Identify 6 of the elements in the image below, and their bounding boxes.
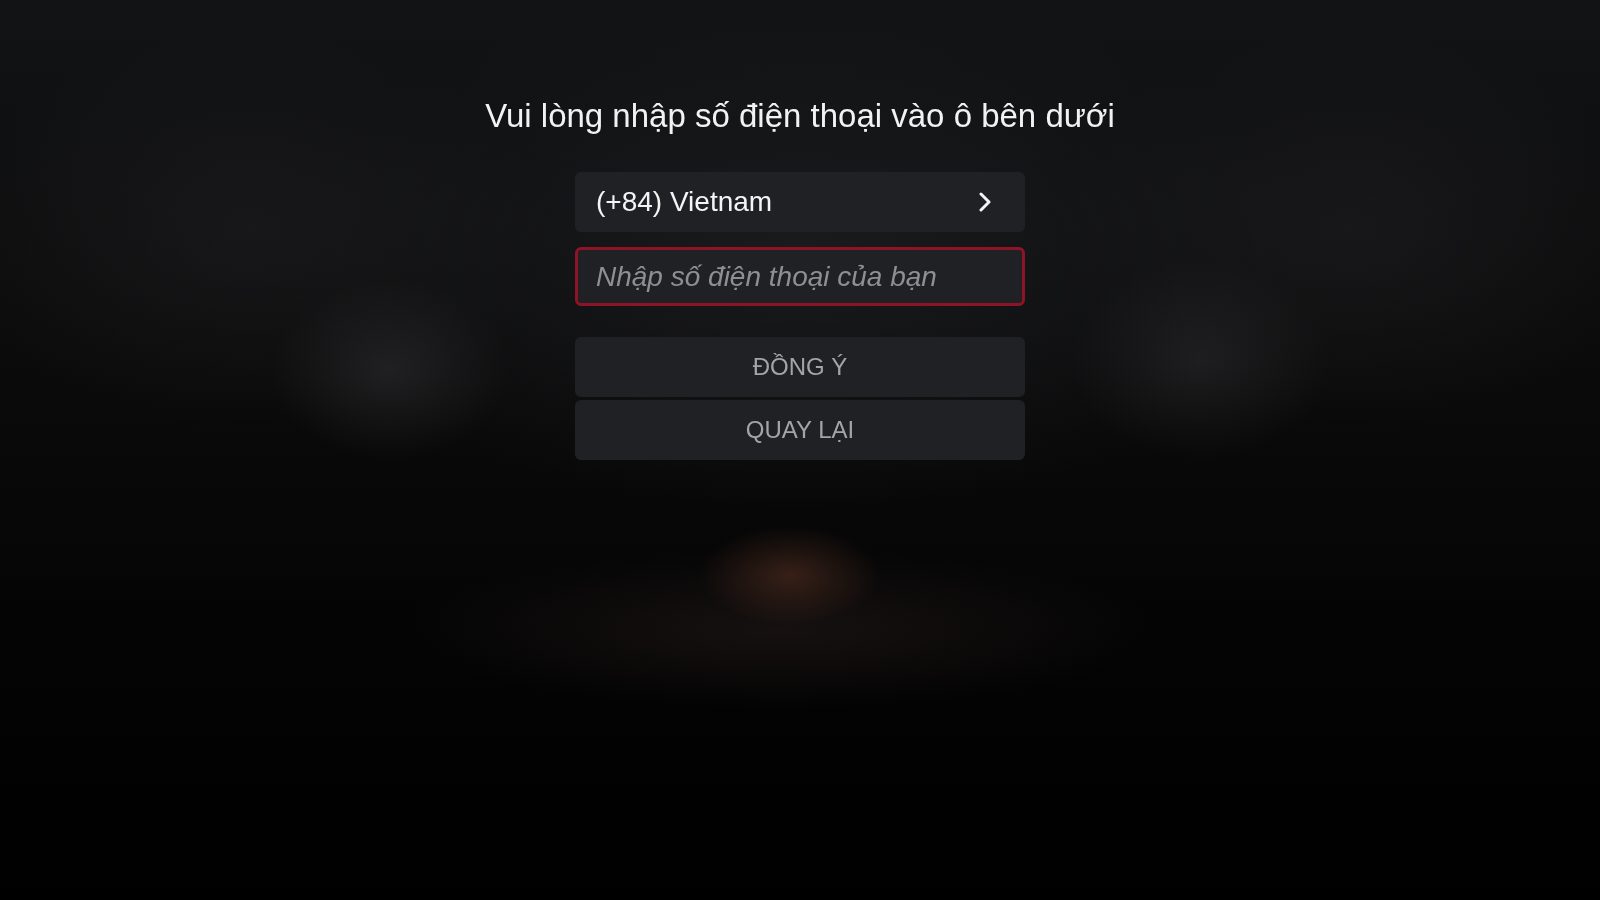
back-button[interactable]: QUAY LẠI: [575, 400, 1025, 460]
confirm-button[interactable]: ĐỒNG Ý: [575, 337, 1025, 397]
chevron-right-icon: [979, 192, 991, 212]
page-title: Vui lòng nhập số điện thoại vào ô bên dưới: [485, 96, 1115, 136]
country-selector[interactable]: (+84) Vietnam: [575, 172, 1025, 232]
phone-input-field[interactable]: Nhập số điện thoại của bạn: [575, 247, 1025, 306]
